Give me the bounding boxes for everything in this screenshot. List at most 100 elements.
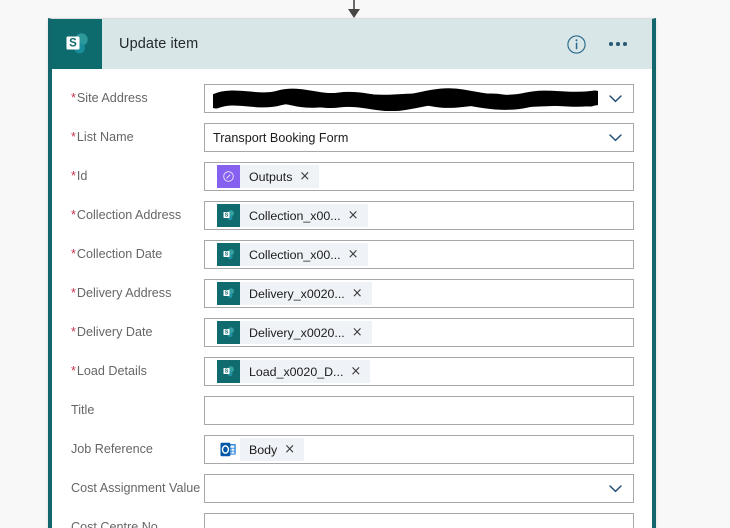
field-label-text: Collection Date — [76, 246, 163, 261]
form-row: *Collection Address S Collection_x00... × — [52, 196, 652, 235]
field-label: Cost Assignment Value — [71, 481, 204, 496]
token-remove-icon[interactable]: × — [352, 326, 372, 339]
required-asterisk: * — [71, 90, 76, 105]
card-header[interactable]: S Update item — [52, 19, 652, 69]
required-asterisk: * — [71, 129, 76, 144]
field-label-text: Title — [71, 402, 95, 417]
field-label: Title — [71, 403, 204, 418]
form-row: *List Name Transport Booking Form — [52, 118, 652, 157]
chevron-down-icon[interactable] — [606, 128, 629, 147]
form-row: Cost Centre No — [52, 508, 652, 528]
dynamic-content-token[interactable]: S Delivery_x0020... × — [217, 321, 372, 344]
field-token-input[interactable]: S Collection_x00... × — [204, 240, 634, 269]
field-text-input[interactable] — [204, 396, 634, 425]
redaction-stroke — [208, 87, 603, 112]
field-label-text: Job Reference — [71, 441, 153, 456]
field-label: Cost Centre No — [71, 520, 204, 528]
sharepoint-icon: S — [217, 243, 240, 266]
form-row: *Site Address — [52, 79, 652, 118]
card-header-actions — [564, 32, 652, 56]
field-token-input[interactable]: S Delivery_x0020... × — [204, 318, 634, 347]
field-text-input[interactable] — [204, 513, 634, 528]
field-label-text: Site Address — [76, 90, 148, 105]
field-label-text: Cost Assignment Value — [71, 480, 201, 495]
svg-text:S: S — [225, 369, 229, 375]
sharepoint-icon: S — [217, 360, 240, 383]
required-asterisk: * — [71, 168, 76, 183]
token-label: Load_x0020_D... — [249, 364, 344, 379]
sharepoint-icon: S — [217, 321, 240, 344]
form-row: *Load Details S Load_x0020_D... × — [52, 352, 652, 391]
sharepoint-icon: S — [217, 282, 240, 305]
field-label-text: List Name — [76, 129, 134, 144]
dynamic-content-token[interactable]: Outputs × — [217, 165, 320, 188]
field-token-input[interactable]: S Load_x0020_D... × — [204, 357, 634, 386]
field-dropdown[interactable] — [204, 84, 634, 113]
chevron-down-icon[interactable] — [606, 479, 629, 498]
token-label: Collection_x00... — [249, 208, 341, 223]
field-label-text: Cost Centre No — [71, 519, 158, 528]
token-label: Delivery_x0020... — [249, 325, 345, 340]
token-remove-icon[interactable]: × — [284, 443, 304, 456]
field-label: *Collection Date — [71, 247, 204, 262]
form-row: *Id Outputs × — [52, 157, 652, 196]
action-card-update-item[interactable]: S Update item *Site Address *List Name T… — [48, 18, 656, 528]
svg-text:S: S — [69, 38, 77, 50]
field-label-text: Delivery Address — [76, 285, 172, 300]
svg-text:S: S — [225, 213, 229, 219]
outlook-icon — [217, 438, 240, 461]
field-value: Transport Booking Form — [213, 130, 349, 145]
field-label: *Site Address — [71, 91, 204, 106]
required-asterisk: * — [71, 246, 76, 261]
field-label-text: Load Details — [76, 363, 147, 378]
token-remove-icon[interactable]: × — [350, 365, 370, 378]
token-label: Collection_x00... — [249, 247, 341, 262]
token-label: Body — [249, 442, 278, 457]
field-label-text: Delivery Date — [76, 324, 153, 339]
field-token-input[interactable]: S Collection_x00... × — [204, 201, 634, 230]
chevron-down-icon[interactable] — [606, 89, 629, 108]
outputs-icon — [217, 165, 240, 188]
field-label: *Delivery Date — [71, 325, 204, 340]
dynamic-content-token[interactable]: Body × — [217, 438, 305, 461]
svg-text:S: S — [225, 291, 229, 297]
field-dropdown[interactable]: Transport Booking Form — [204, 123, 634, 152]
flow-designer-canvas: S Update item *Site Address *List Name T… — [0, 0, 730, 528]
required-asterisk: * — [71, 285, 76, 300]
field-token-input[interactable]: Body × — [204, 435, 634, 464]
form-row: Cost Assignment Value — [52, 469, 652, 508]
field-label: *List Name — [71, 130, 204, 145]
dynamic-content-token[interactable]: S Collection_x00... × — [217, 204, 368, 227]
token-label: Outputs — [249, 169, 293, 184]
card-title: Update item — [119, 36, 199, 52]
form-row: *Collection Date S Collection_x00... × — [52, 235, 652, 274]
token-remove-icon[interactable]: × — [348, 209, 368, 222]
field-label: *Load Details — [71, 364, 204, 379]
dynamic-content-token[interactable]: S Load_x0020_D... × — [217, 360, 371, 383]
field-label: *Collection Address — [71, 208, 204, 223]
field-token-input[interactable]: Outputs × — [204, 162, 634, 191]
required-asterisk: * — [71, 207, 76, 222]
field-label-text: Id — [76, 168, 88, 183]
sharepoint-icon: S — [217, 204, 240, 227]
card-form-body: *Site Address *List Name Transport Bookin… — [52, 69, 652, 528]
token-remove-icon[interactable]: × — [352, 287, 372, 300]
field-label: *Id — [71, 169, 204, 184]
dynamic-content-token[interactable]: S Delivery_x0020... × — [217, 282, 372, 305]
dynamic-content-token[interactable]: S Collection_x00... × — [217, 243, 368, 266]
form-row: *Delivery Address S Delivery_x0020... × — [52, 274, 652, 313]
token-remove-icon[interactable]: × — [299, 170, 319, 183]
form-row: Job Reference Body × — [52, 430, 652, 469]
info-circle-icon[interactable] — [564, 32, 588, 56]
required-asterisk: * — [71, 324, 76, 339]
svg-text:S: S — [225, 252, 229, 258]
form-row: *Delivery Date S Delivery_x0020... × — [52, 313, 652, 352]
field-label: Job Reference — [71, 442, 204, 457]
token-remove-icon[interactable]: × — [348, 248, 368, 261]
field-token-input[interactable]: S Delivery_x0020... × — [204, 279, 634, 308]
svg-text:S: S — [225, 330, 229, 336]
form-row: Title — [52, 391, 652, 430]
required-asterisk: * — [71, 363, 76, 378]
field-dropdown[interactable] — [204, 474, 634, 503]
ellipsis-icon[interactable] — [606, 32, 630, 56]
